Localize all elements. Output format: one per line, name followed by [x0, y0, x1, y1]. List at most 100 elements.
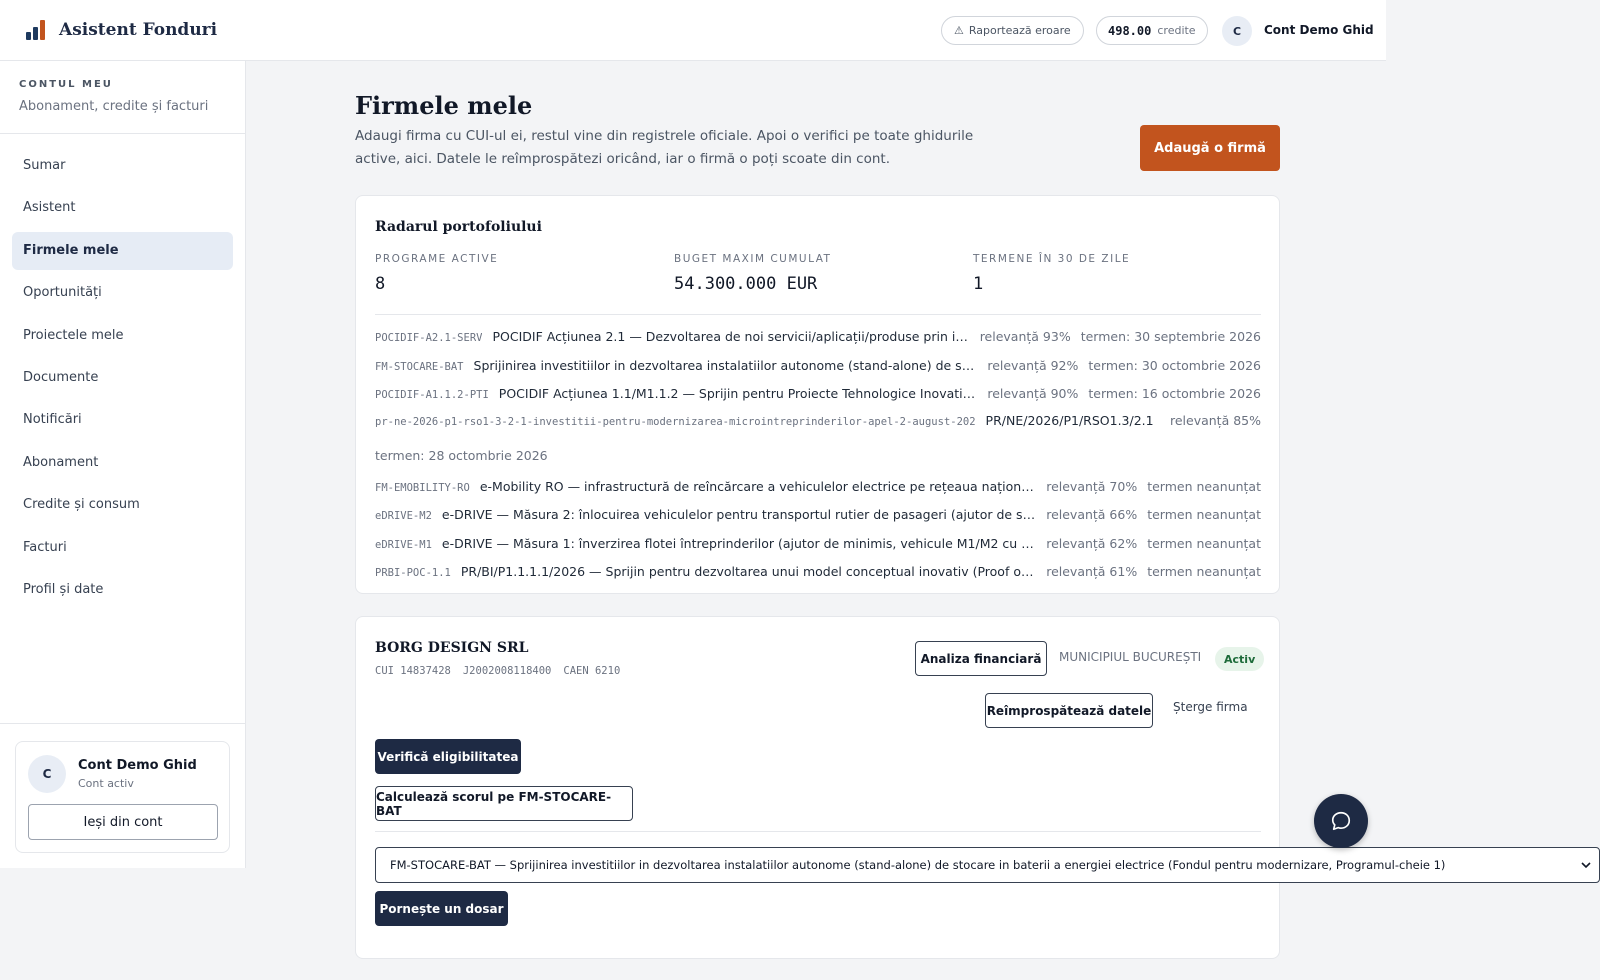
program-select-value: FM-STOCARE-BAT — Sprijinirea investitiil…	[390, 858, 1446, 872]
program-title: POCIDIF Acțiunea 1.1/M1.1.2 — Sprijin pe…	[498, 386, 978, 401]
program-code: POCIDIF-A2.1-SERV	[375, 332, 483, 344]
program-title: e-Mobility RO — infrastructură de reîncă…	[479, 478, 1037, 494]
program-code: PRBI-POC-1.1	[375, 567, 451, 579]
program-code: eDRIVE-M1	[375, 538, 432, 551]
stat-value: 8	[375, 274, 386, 294]
program-title: e-DRIVE — Măsura 1: înverzirea flotei în…	[441, 535, 1037, 551]
program-relevance: relevanță 93%	[979, 329, 1071, 344]
stat-active-programs: PROGRAME ACTIVE 8	[375, 253, 498, 294]
program-row[interactable]: POCIDIF-A2.1-SERV POCIDIF Acțiunea 2.1 —…	[375, 323, 1261, 352]
program-title: Sprijinirea investitiilor in dezvoltarea…	[473, 357, 978, 373]
program-deadline: termen neanunțat	[1147, 507, 1261, 522]
sidebar-title: CONTUL MEU	[19, 79, 113, 90]
sidebar-item-sumar[interactable]: Sumar	[12, 147, 233, 185]
account-status: Cont activ	[78, 777, 134, 790]
company-identifiers: CUI 14837428 J2002008118400 CAEN 6210	[375, 665, 620, 677]
program-relevance: relevanță 85%	[1169, 412, 1261, 428]
sidebar-item-credite[interactable]: Credite și consum	[12, 486, 233, 524]
program-relevance: relevanță 90%	[987, 386, 1079, 401]
program-row[interactable]: eDRIVE-M1 e-DRIVE — Măsura 1: înverzirea…	[375, 530, 1261, 559]
sidebar-item-firmele-mele[interactable]: Firmele mele	[12, 231, 233, 270]
user-avatar[interactable]: C	[1222, 16, 1252, 46]
delete-company-link[interactable]: Șterge firma	[1173, 700, 1248, 714]
stat-max-budget: BUGET MAXIM CUMULAT 54.300.000 EUR	[674, 253, 831, 294]
program-code: FM-STOCARE-BAT	[375, 360, 464, 373]
stat-label: TERMENE ÎN 30 DE ZILE	[973, 253, 1131, 265]
warning-icon: ⚠	[954, 24, 964, 37]
logout-button[interactable]: Ieși din cont	[28, 804, 218, 840]
report-error-button[interactable]: ⚠ Raportează eroare	[941, 16, 1084, 45]
main-content: Firmele mele Adaugi firma cu CUI-ul ei, …	[246, 61, 1386, 980]
program-deadline: termen: 30 octombrie 2026	[1088, 357, 1261, 373]
page-description: Adaugi firma cu CUI-ul ei, restul vine d…	[355, 128, 974, 167]
credits-value: 498.00	[1108, 23, 1152, 38]
app-name: Asistent Fonduri	[59, 20, 218, 40]
refresh-data-button[interactable]: Reîmprospătează datele	[985, 693, 1153, 728]
company-caen: CAEN 6210	[563, 665, 621, 677]
stat-label: BUGET MAXIM CUMULAT	[674, 253, 832, 265]
program-row[interactable]: eDRIVE-M2 e-DRIVE — Măsura 2: înlocuirea…	[375, 501, 1261, 530]
sidebar-item-asistent[interactable]: Asistent	[12, 189, 233, 227]
sidebar-footer: C Cont Demo Ghid Cont activ Ieși din con…	[0, 723, 245, 868]
sidebar-subtitle: Abonament, credite și facturi	[19, 99, 209, 114]
start-dossier-button[interactable]: Pornește un dosar	[375, 891, 508, 926]
portfolio-radar-card: Radarul portofoliului PROGRAME ACTIVE 8 …	[355, 195, 1280, 594]
brand[interactable]: Asistent Fonduri	[25, 18, 217, 42]
company-card: BORG DESIGN SRL CUI 14837428 J2002008118…	[355, 616, 1280, 959]
program-row[interactable]: PRBI-POC-1.1 PR/BI/P1.1.1.1/2026 — Sprij…	[375, 558, 1261, 587]
sidebar-item-proiectele-mele[interactable]: Proiectele mele	[12, 317, 233, 355]
sidebar-item-documente[interactable]: Documente	[12, 359, 233, 397]
sidebar-item-facturi[interactable]: Facturi	[12, 529, 233, 567]
calculate-score-button[interactable]: Calculează scorul pe FM-STOCARE-BAT	[375, 786, 633, 821]
report-error-label: Raportează eroare	[968, 24, 1071, 37]
sidebar-item-notificari[interactable]: Notificări	[12, 401, 233, 439]
program-deadline: termen neanunțat	[1147, 535, 1261, 551]
program-row[interactable]: FM-EMOBILITY-RO e-Mobility RO — infrastr…	[375, 473, 1261, 502]
program-deadline: termen: 30 septembrie 2026	[1080, 329, 1261, 344]
divider	[375, 831, 1261, 832]
sidebar-item-abonament[interactable]: Abonament	[12, 444, 233, 482]
program-row[interactable]: pr-ne-2026-p1-rso1-3-2-1-investitii-pent…	[375, 409, 1261, 468]
user-name[interactable]: Cont Demo Ghid	[1264, 23, 1374, 37]
program-deadline: termen neanunțat	[1147, 564, 1261, 579]
program-code: eDRIVE-M2	[375, 510, 432, 522]
program-title: PR/NE/2026/P1/RSO1.3/2.1	[985, 412, 1154, 428]
company-reg-number: J2002008118400	[462, 665, 552, 677]
program-row[interactable]: FM-STOCARE-BAT Sprijinirea investitiilor…	[375, 352, 1261, 381]
sidebar-item-profil[interactable]: Profil și date	[12, 571, 233, 609]
chevron-down-icon	[1581, 862, 1591, 869]
company-region: MUNICIPIUL BUCUREȘTI	[1059, 650, 1202, 664]
stat-value: 1	[973, 274, 984, 294]
status-badge: Activ	[1215, 647, 1265, 671]
top-bar: Asistent Fonduri ⚠ Raportează eroare 498…	[0, 0, 1386, 61]
chat-button[interactable]	[1314, 794, 1368, 848]
company-name: BORG DESIGN SRL	[375, 640, 529, 656]
add-company-button[interactable]: Adaugă o firmă	[1140, 125, 1280, 171]
account-avatar: C	[28, 755, 66, 793]
program-deadline: termen neanunțat	[1147, 478, 1261, 494]
sidebar-header: CONTUL MEU Abonament, credite și facturi	[0, 61, 245, 134]
sidebar-nav: Sumar Asistent Firmele mele Oportunități…	[0, 134, 245, 609]
bar-chart-logo-icon	[25, 18, 49, 42]
company-cui: CUI 14837428	[375, 665, 451, 677]
stat-label: PROGRAME ACTIVE	[375, 253, 499, 265]
program-relevance: relevanță 70%	[1046, 478, 1138, 494]
account-card: C Cont Demo Ghid Cont activ Ieși din con…	[15, 741, 230, 853]
sidebar-item-oportunitati[interactable]: Oportunități	[12, 274, 233, 312]
program-title: e-DRIVE — Măsura 2: înlocuirea vehiculel…	[441, 507, 1036, 522]
program-deadline: termen: 28 octombrie 2026	[375, 447, 548, 463]
credits-pill[interactable]: 498.00 credite	[1096, 16, 1208, 45]
program-code: FM-EMOBILITY-RO	[375, 481, 470, 494]
program-relevance: relevanță 61%	[1046, 564, 1138, 579]
program-code: POCIDIF-A1.1.2-PTI	[375, 389, 489, 401]
program-row[interactable]: POCIDIF-A1.1.2-PTI POCIDIF Acțiunea 1.1/…	[375, 380, 1261, 409]
radar-title: Radarul portofoliului	[375, 219, 542, 235]
stat-deadlines-30-days: TERMENE ÎN 30 DE ZILE 1	[973, 253, 1130, 294]
check-eligibility-button[interactable]: Verifică eligibilitatea	[375, 739, 521, 774]
program-select[interactable]: FM-STOCARE-BAT — Sprijinirea investitiil…	[375, 847, 1600, 883]
sidebar: CONTUL MEU Abonament, credite și facturi…	[0, 61, 246, 868]
program-relevance: relevanță 62%	[1046, 535, 1138, 551]
credits-unit: credite	[1157, 24, 1196, 37]
financial-analysis-button[interactable]: Analiza financiară	[915, 641, 1047, 676]
program-code: pr-ne-2026-p1-rso1-3-2-1-investitii-pent…	[375, 415, 976, 428]
